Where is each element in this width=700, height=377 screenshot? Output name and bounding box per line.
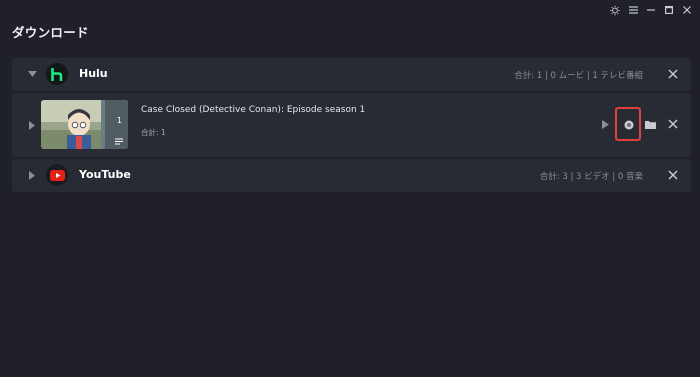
maximize-icon[interactable] xyxy=(664,5,674,15)
play-button[interactable] xyxy=(600,119,610,129)
window-controls xyxy=(610,4,692,16)
chevron-right-icon[interactable] xyxy=(27,170,37,180)
chevron-down-icon[interactable] xyxy=(27,69,37,79)
record-button[interactable] xyxy=(623,119,634,130)
list-item[interactable]: 1 Case Closed (Detective Conan): Episode… xyxy=(12,93,691,157)
menu-icon[interactable] xyxy=(628,5,638,15)
remove-service-button[interactable] xyxy=(667,169,679,181)
service-name: YouTube xyxy=(79,168,131,181)
youtube-logo-icon xyxy=(46,164,68,186)
episode-thumbnail: 1 xyxy=(41,100,128,149)
service-stats: 合計: 3 | 3 ビデオ | 0 音楽 xyxy=(539,172,643,182)
service-stats: 合計: 1 | 0 ムービ | 1 テレビ番組 xyxy=(514,71,643,81)
page-title: ダウンロード xyxy=(12,25,89,40)
thumbnail-count: 1 xyxy=(116,116,122,125)
hulu-logo-icon xyxy=(46,63,68,85)
remove-service-button[interactable] xyxy=(667,68,679,80)
service-header-hulu[interactable]: Hulu 合計: 1 | 0 ムービ | 1 テレビ番組 xyxy=(12,58,691,91)
episode-title: Case Closed (Detective Conan): Episode s… xyxy=(141,105,366,115)
service-name: Hulu xyxy=(79,67,108,80)
remove-item-button[interactable] xyxy=(668,119,678,129)
folder-icon[interactable] xyxy=(645,119,656,129)
chevron-right-icon[interactable] xyxy=(27,120,37,130)
close-icon[interactable] xyxy=(682,5,692,15)
theme-icon[interactable] xyxy=(610,5,620,15)
episode-count: 合計: 1 xyxy=(141,128,166,137)
minimize-icon[interactable] xyxy=(646,5,656,15)
service-header-youtube[interactable]: YouTube 合計: 3 | 3 ビデオ | 0 音楽 xyxy=(12,159,691,192)
playlist-icon xyxy=(115,130,123,149)
